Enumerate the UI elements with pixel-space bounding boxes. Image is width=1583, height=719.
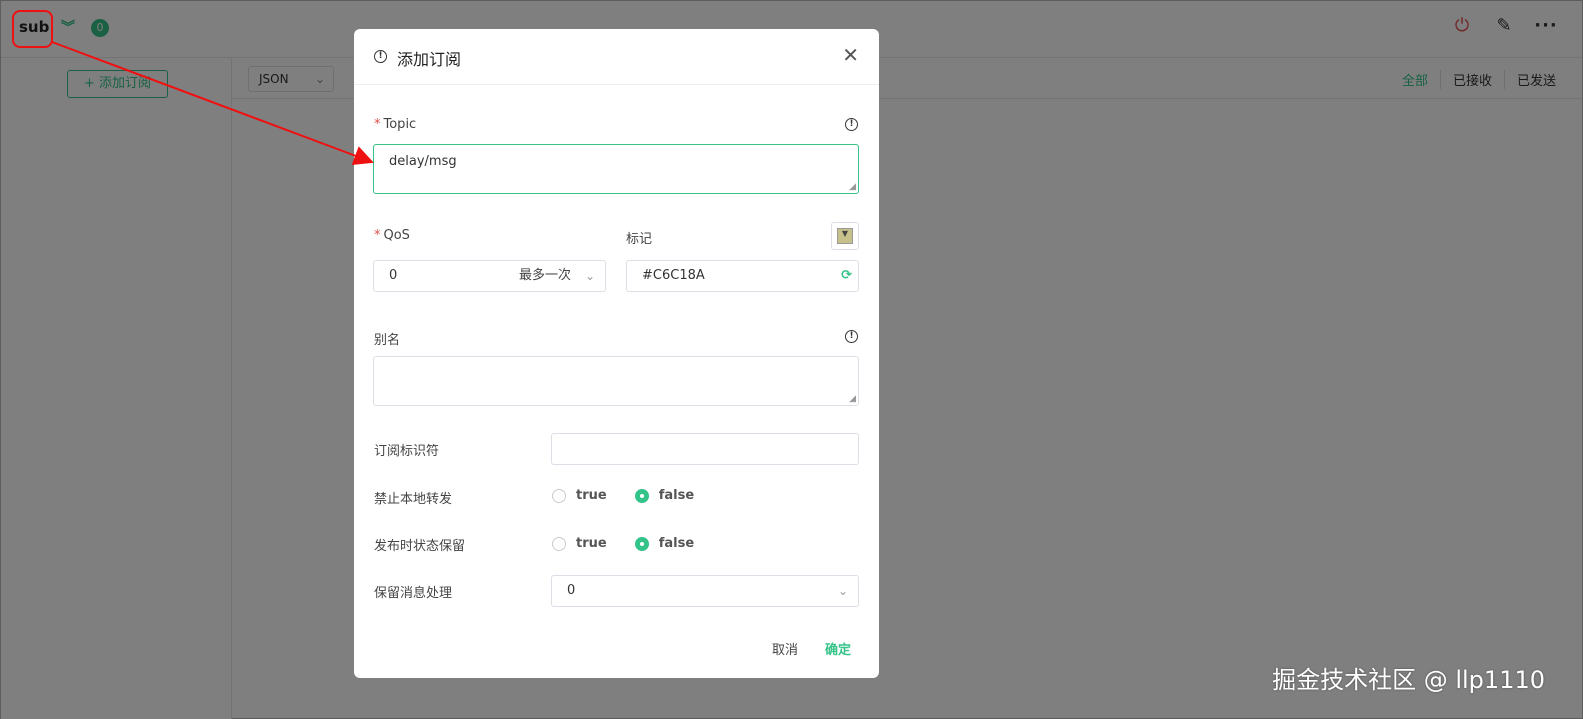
annotation-arrow (51, 41, 374, 166)
